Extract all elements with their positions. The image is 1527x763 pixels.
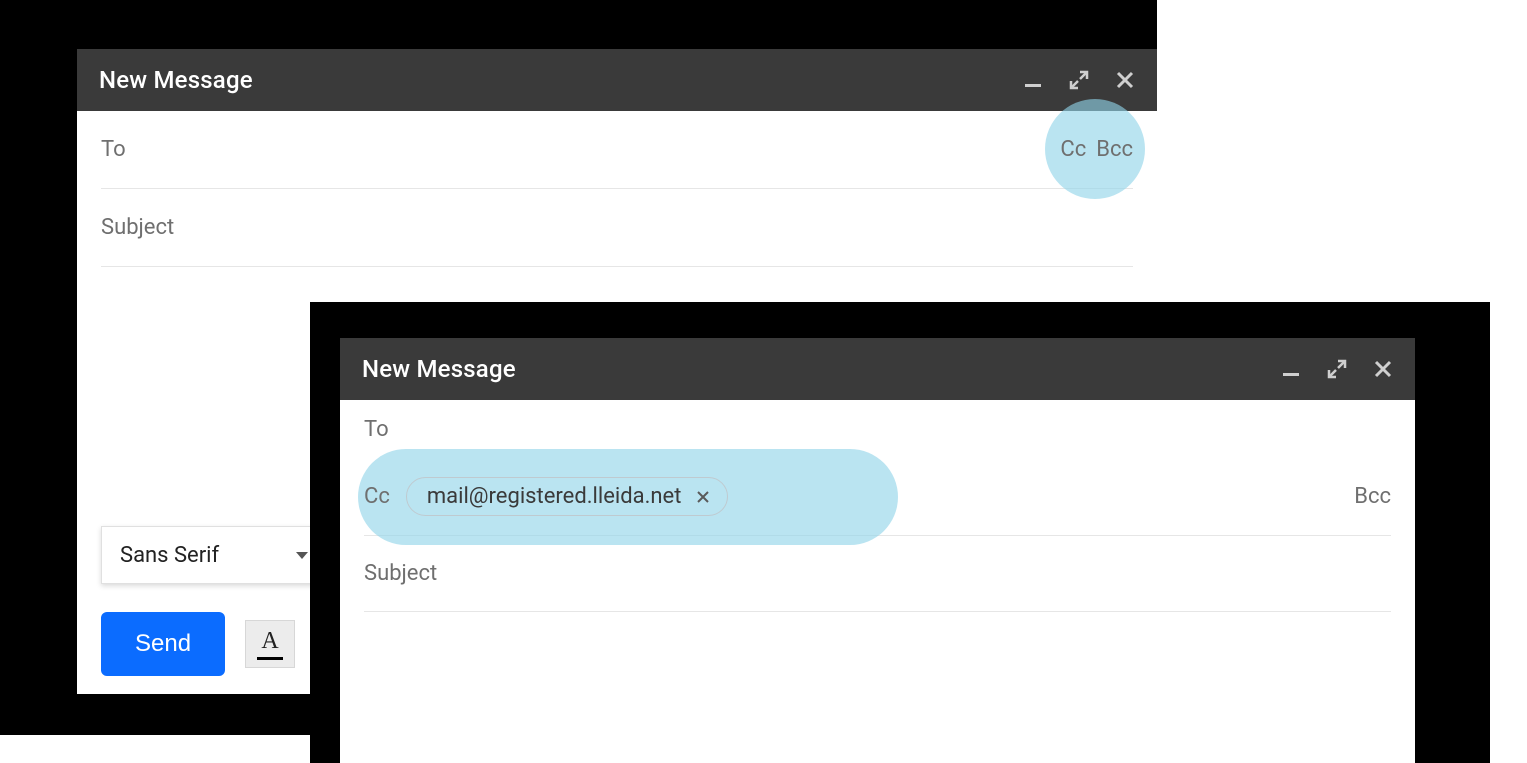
- expand-icon[interactable]: [1069, 70, 1089, 90]
- cc-label: Cc: [364, 484, 390, 509]
- close-icon[interactable]: [1115, 70, 1135, 90]
- font-picker[interactable]: Sans Serif: [101, 526, 323, 584]
- send-button[interactable]: Send: [101, 612, 225, 676]
- bcc-link[interactable]: Bcc: [1096, 137, 1133, 162]
- to-row[interactable]: To Cc Bcc: [101, 111, 1133, 189]
- font-picker-label: Sans Serif: [120, 543, 219, 568]
- compose-window-2: New Message To Cc mail@registered: [340, 338, 1415, 763]
- subject-label: Subject: [101, 215, 174, 240]
- underline-bar-icon: [257, 657, 283, 660]
- minimize-icon[interactable]: [1281, 359, 1301, 379]
- subject-label: Subject: [364, 561, 437, 586]
- subject-row[interactable]: Subject: [101, 189, 1133, 267]
- titlebar: New Message: [77, 49, 1157, 111]
- toolbar-area: Sans Serif Send A: [101, 526, 323, 676]
- title-actions: [1281, 359, 1393, 379]
- fields-area: To Cc Bcc Subject: [77, 111, 1157, 267]
- to-row[interactable]: To: [364, 400, 1391, 458]
- format-letter: A: [261, 628, 278, 655]
- cc-row[interactable]: Cc mail@registered.lleida.net Bcc: [364, 458, 1391, 536]
- fields-area: To Cc mail@registered.lleida.net Bcc Sub…: [340, 400, 1415, 612]
- send-row: Send A: [101, 612, 323, 676]
- close-icon[interactable]: [1373, 359, 1393, 379]
- cc-recipient-chip[interactable]: mail@registered.lleida.net: [406, 477, 729, 516]
- cc-recipient-text: mail@registered.lleida.net: [427, 484, 682, 509]
- titlebar: New Message: [340, 338, 1415, 400]
- bcc-link[interactable]: Bcc: [1354, 484, 1391, 509]
- subject-row[interactable]: Subject: [364, 536, 1391, 612]
- cc-bcc-links: Cc Bcc: [1060, 137, 1133, 162]
- remove-chip-icon[interactable]: [695, 489, 711, 505]
- compose-body[interactable]: [340, 612, 1415, 763]
- text-format-button[interactable]: A: [245, 620, 295, 668]
- cc-link[interactable]: Cc: [1060, 137, 1086, 162]
- to-label: To: [364, 417, 389, 442]
- title-actions: [1023, 70, 1135, 90]
- expand-icon[interactable]: [1327, 359, 1347, 379]
- window-title: New Message: [99, 66, 253, 94]
- window-title: New Message: [362, 355, 516, 383]
- chevron-down-icon: [296, 552, 308, 559]
- minimize-icon[interactable]: [1023, 70, 1043, 90]
- to-label: To: [101, 137, 126, 162]
